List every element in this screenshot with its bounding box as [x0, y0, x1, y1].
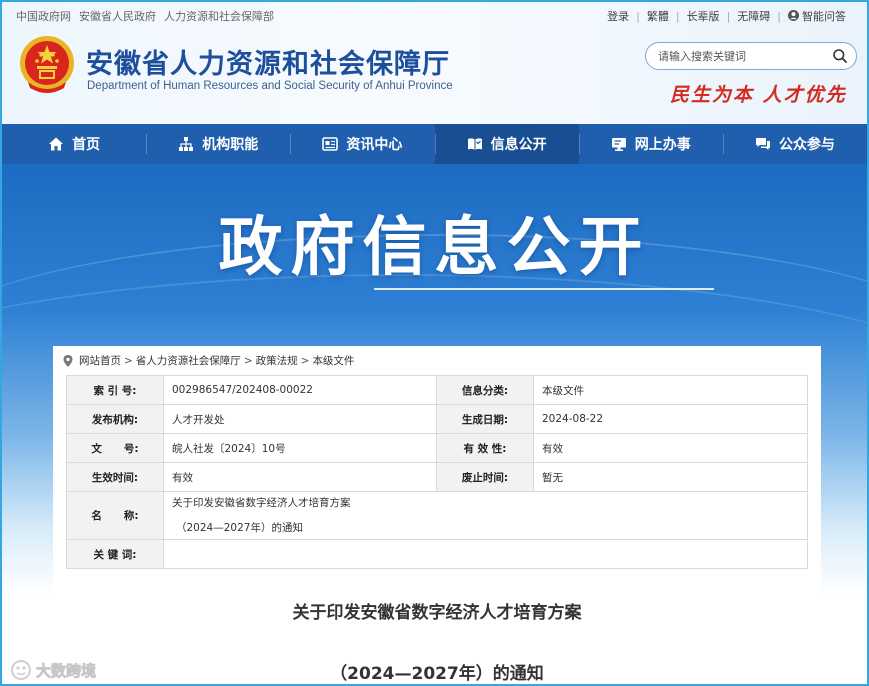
breadcrumb-current[interactable]: 本级文件: [312, 353, 354, 368]
keywords-label: 关 键 词:: [66, 539, 164, 569]
nav-item-news[interactable]: 资讯中心: [290, 124, 434, 164]
news-icon: [322, 137, 339, 151]
category-label: 信息分类:: [436, 375, 534, 405]
name-value-line1: 关于印发安徽省数字经济人才培育方案: [172, 496, 351, 509]
open-book-icon: [467, 138, 482, 150]
validity-value: 有效: [533, 433, 808, 463]
breadcrumb-separator: >: [243, 354, 253, 367]
nav-item-public-participation[interactable]: 公众参与: [722, 124, 867, 164]
smart-qa-link[interactable]: 智能问答: [781, 8, 853, 24]
name-label: 名 称:: [66, 491, 164, 540]
document-metadata-table: 索 引 号: 002986547/202408-00022 信息分类: 本级文件…: [66, 375, 808, 569]
index-label: 索 引 号:: [66, 375, 164, 405]
effective-time-value: 有效: [163, 462, 437, 492]
nav-item-info-disclosure[interactable]: 信息公开: [434, 124, 579, 164]
breadcrumb-department[interactable]: 省人力资源社会保障厅: [136, 353, 241, 368]
accessibility-link[interactable]: 无障碍: [730, 8, 777, 24]
watermark-text: 大数跨境: [36, 662, 96, 680]
breadcrumb-policy[interactable]: 政策法规: [256, 353, 298, 368]
nav-item-online-services[interactable]: 网上办事: [578, 124, 723, 164]
doc-number-label: 文 号:: [66, 433, 164, 463]
home-icon: [49, 137, 64, 151]
document-title-line1: 关于印发安徽省数字经济人才培育方案: [292, 603, 582, 623]
site-subtitle: Department of Human Resources and Social…: [87, 80, 453, 92]
breadcrumb-home[interactable]: 网站首页: [79, 353, 121, 368]
elder-mode-link[interactable]: 长辈版: [680, 8, 727, 24]
name-value: 关于印发安徽省数字经济人才培育方案 （2024—2027年）的通知: [163, 491, 808, 540]
table-row: 索 引 号: 002986547/202408-00022 信息分类: 本级文件: [66, 375, 808, 405]
nav-label: 机构职能: [202, 137, 259, 153]
category-value: 本级文件: [533, 375, 808, 405]
nav-label: 信息公开: [490, 137, 547, 153]
issuer-value: 人才开发处: [163, 404, 437, 434]
top-links-right: 登录 | 繁體 | 长辈版 | 无障碍 | 智能问答: [600, 8, 853, 24]
content-panel: 网站首页 > 省人力资源社会保障厅 > 政策法规 > 本级文件 索 引 号: 0…: [53, 346, 821, 684]
traditional-chinese-link[interactable]: 繁體: [640, 8, 676, 24]
expiry-time-label: 废止时间:: [436, 462, 534, 492]
breadcrumb-separator: >: [300, 354, 310, 367]
link-mohrss[interactable]: 人力资源和社会保障部: [164, 8, 274, 24]
breadcrumb: 网站首页 > 省人力资源社会保障厅 > 政策法规 > 本级文件: [63, 353, 354, 368]
issuer-label: 发布机构:: [66, 404, 164, 434]
watermark-logo: 大数跨境: [11, 660, 96, 680]
search-icon[interactable]: [832, 48, 848, 64]
location-pin-icon: [63, 354, 73, 367]
table-row: 文 号: 皖人社发〔2024〕10号 有 效 性: 有效: [66, 433, 808, 463]
doc-number-value: 皖人社发〔2024〕10号: [163, 433, 437, 463]
top-links-left: 中国政府网 安徽省人民政府 人力资源和社会保障部: [16, 8, 274, 24]
date-label: 生成日期:: [436, 404, 534, 434]
page-frame: 中国政府网 安徽省人民政府 人力资源和社会保障部 登录 | 繁體 | 长辈版 |…: [0, 0, 869, 686]
effective-time-label: 生效时间:: [66, 462, 164, 492]
national-emblem-icon[interactable]: [18, 34, 76, 96]
site-slogan: 民生为本 人才优先: [670, 84, 847, 106]
org-chart-icon: [179, 137, 194, 151]
link-anhui-gov[interactable]: 安徽省人民政府: [79, 8, 156, 24]
nav-label: 公众参与: [778, 137, 835, 153]
banner-divider: [374, 288, 714, 290]
link-gov-cn[interactable]: 中国政府网: [16, 8, 71, 24]
nav-label: 网上办事: [634, 137, 691, 153]
keywords-value: [163, 539, 808, 569]
table-row: 关 键 词:: [66, 539, 808, 569]
nav-label: 资讯中心: [346, 137, 403, 153]
table-row: 发布机构: 人才开发处 生成日期: 2024-08-22: [66, 404, 808, 434]
breadcrumb-separator: >: [124, 354, 133, 367]
validity-label: 有 效 性:: [436, 433, 534, 463]
nav-item-home[interactable]: 首页: [2, 124, 146, 164]
table-row: 名 称: 关于印发安徽省数字经济人才培育方案 （2024—2027年）的通知: [66, 491, 808, 540]
smart-qa-label: 智能问答: [802, 10, 846, 23]
site-title: 安徽省人力资源和社会保障厅: [86, 49, 450, 80]
monitor-icon: [611, 138, 626, 151]
chat-icon: [755, 138, 770, 150]
login-link[interactable]: 登录: [600, 8, 636, 24]
nav-item-organization[interactable]: 机构职能: [146, 124, 290, 164]
banner-title: 政府信息公开: [218, 211, 651, 285]
date-value: 2024-08-22: [533, 404, 808, 434]
table-row: 生效时间: 有效 废止时间: 暂无: [66, 462, 808, 492]
site-header: 中国政府网 安徽省人民政府 人力资源和社会保障部 登录 | 繁體 | 长辈版 |…: [2, 2, 867, 124]
nav-label: 首页: [72, 137, 101, 153]
search-box: [645, 42, 857, 70]
expiry-time-value: 暂无: [533, 462, 808, 492]
main-nav: 首页 机构职能 资讯中心 信息公开 网上办事 公众参与: [2, 124, 867, 164]
search-input[interactable]: [658, 48, 818, 64]
name-value-line2: （2024—2027年）的通知: [176, 521, 303, 534]
user-icon: [788, 10, 799, 21]
index-value: 002986547/202408-00022: [163, 375, 437, 405]
document-title-line2: （2024—2027年）的通知: [330, 664, 544, 684]
